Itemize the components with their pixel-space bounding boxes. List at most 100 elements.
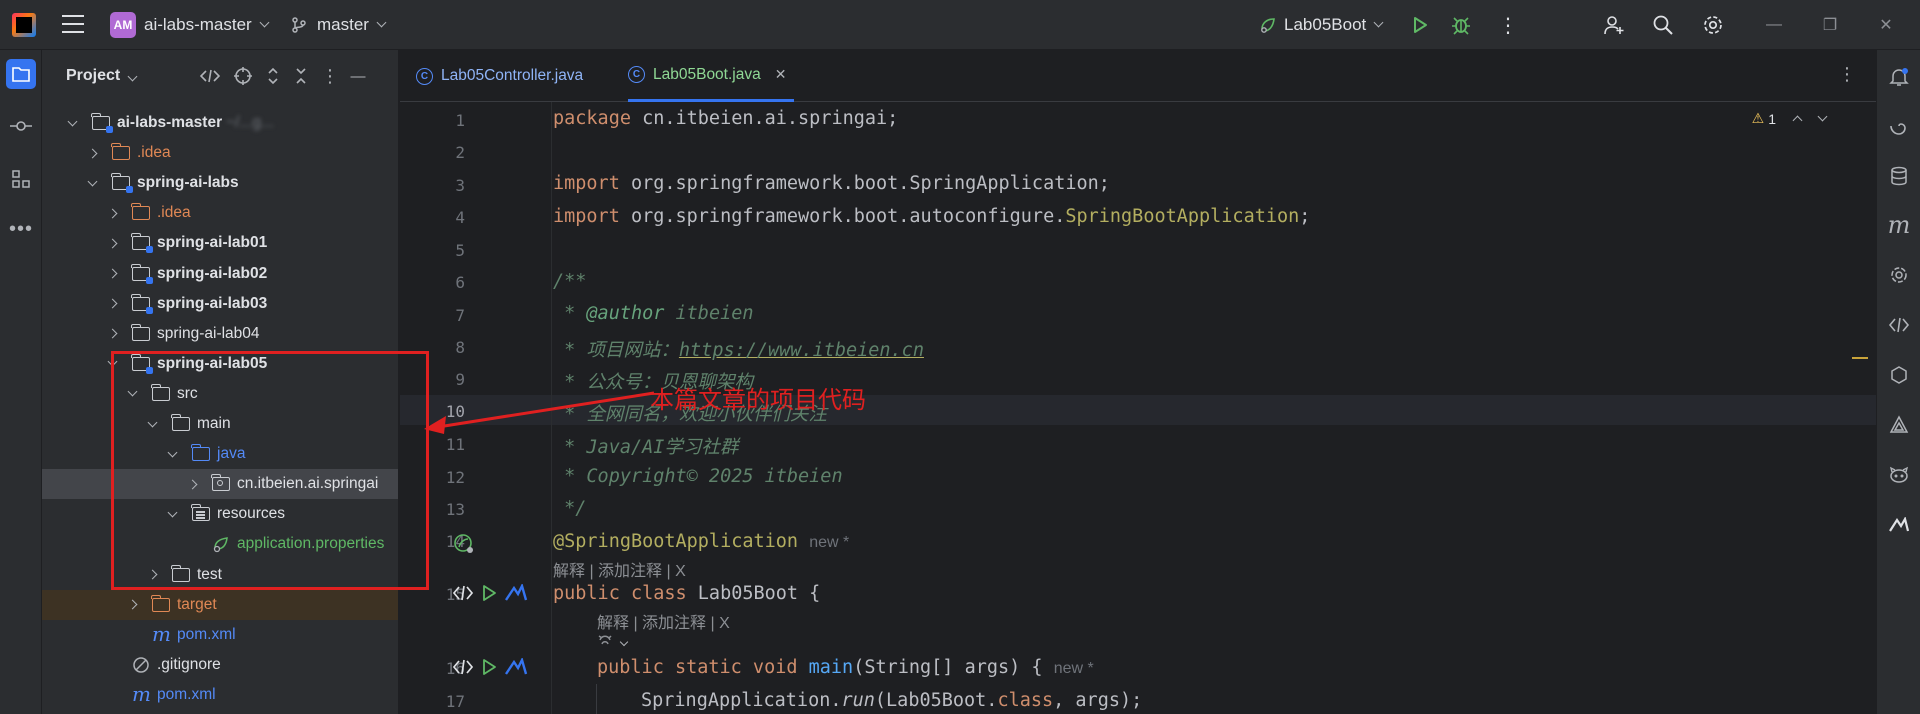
tree-item-idea[interactable]: .idea [42, 138, 398, 168]
editor-tabs: C Lab05Controller.java C Lab05Boot.java … [400, 50, 1876, 102]
plugin-button-a[interactable] [1884, 360, 1914, 390]
chevron-down-icon[interactable] [66, 116, 78, 126]
chevron-down-icon[interactable] [86, 176, 98, 187]
project-switcher[interactable]: AM ai-labs-master [110, 0, 270, 50]
hide-panel-button[interactable]: — [348, 66, 368, 86]
folder-icon [131, 323, 150, 341]
openai-button[interactable] [1884, 260, 1914, 290]
commit-tool-button[interactable] [6, 111, 36, 141]
tree-item-label: .idea [157, 204, 191, 222]
chevron-up-icon[interactable] [1792, 115, 1803, 126]
chevron-down-icon[interactable] [1817, 111, 1828, 122]
debug-bug-icon [1452, 17, 1470, 35]
tabs-options-button[interactable]: ⋮ [1838, 64, 1856, 85]
more-actions-button[interactable]: ⋮ [1498, 0, 1518, 50]
spiral-icon [1890, 123, 1906, 135]
website-link[interactable]: https://www.itbeien.cn [679, 340, 924, 361]
codevision-actions-method[interactable]: 解释 | 添加注释 | X [597, 609, 730, 633]
code-brackets-icon[interactable] [452, 658, 474, 676]
more-horizontal-icon: ••• [8, 217, 33, 240]
more-tools-button[interactable]: ••• [6, 214, 36, 244]
close-button[interactable]: ✕ [1858, 0, 1914, 50]
chevron-down-icon [620, 637, 629, 647]
run-icon [1414, 17, 1427, 33]
restore-icon: ❐ [1822, 17, 1838, 34]
module-folder-icon [111, 173, 133, 194]
notifications-button[interactable] [1884, 62, 1914, 92]
tree-item-spring-ai-lab01[interactable]: spring-ai-lab01 [42, 228, 398, 258]
spring-bean-gutter-icon[interactable] [452, 532, 476, 561]
tree-item-spring-ai-lab02[interactable]: spring-ai-lab02 [42, 259, 398, 289]
code-assist-button[interactable] [1884, 310, 1914, 340]
chevron-right-icon[interactable] [106, 208, 118, 219]
ai-generate-menu[interactable] [597, 632, 629, 653]
annotation-callout: 本篇文章的项目代码 [650, 386, 866, 414]
structure-tool-button[interactable] [6, 164, 36, 194]
select-opened-file-button[interactable] [233, 66, 253, 86]
plugin-button-c[interactable] [1884, 460, 1914, 490]
run-gutter-icon[interactable] [480, 584, 498, 602]
tree-item-spring-ai-lab03[interactable]: spring-ai-lab03 [42, 289, 398, 319]
search-icon [1653, 15, 1673, 35]
main-menu-icon[interactable] [62, 15, 84, 35]
database-button[interactable] [1884, 161, 1914, 191]
minimize-button[interactable]: — [1746, 0, 1802, 50]
git-branch-icon [292, 17, 306, 33]
author-hint: new * [1053, 660, 1094, 677]
chevron-right-icon[interactable] [106, 328, 118, 339]
marscode-icon[interactable] [504, 584, 528, 602]
tree-item-target[interactable]: target [42, 589, 398, 620]
tab-lab05boot[interactable]: C Lab05Boot.java ✕ [628, 50, 795, 102]
method-gutter-icons [452, 658, 528, 676]
tree-item-ai-labs-master[interactable]: ai-labs-master ~/...g... [42, 108, 398, 138]
warning-stripe-marker[interactable] [1852, 357, 1868, 359]
run-config-selector[interactable]: Lab05Boot [1258, 0, 1384, 50]
ai-assistant-button[interactable] [1884, 111, 1914, 141]
restore-button[interactable]: ❐ [1802, 0, 1858, 50]
indent-guide [596, 684, 597, 714]
tree-item-idea[interactable]: .idea [42, 198, 398, 228]
tab-lab05controller[interactable]: C Lab05Controller.java [416, 50, 583, 102]
panel-options-button[interactable]: ⋮ [320, 66, 340, 86]
expand-all-button[interactable] [263, 66, 283, 86]
debug-button[interactable] [1450, 0, 1472, 50]
run-button[interactable] [1410, 0, 1430, 50]
module-folder-icon [131, 263, 153, 284]
ai-assist-button[interactable] [200, 66, 220, 86]
collapse-all-button[interactable] [291, 66, 311, 86]
inspection-widget[interactable]: ⚠ 1 [1752, 110, 1828, 127]
branch-switcher[interactable]: master [290, 0, 387, 50]
maven-button[interactable]: m [1884, 210, 1914, 240]
close-tab-icon[interactable]: ✕ [775, 66, 787, 83]
tab-label: Lab05Boot.java [653, 65, 761, 83]
tree-item-gitignore[interactable]: .gitignore [42, 650, 398, 680]
tree-item-pom-xml[interactable]: m pom.xml [42, 680, 398, 710]
chevron-right-icon[interactable] [106, 298, 118, 309]
search-button[interactable] [1652, 0, 1674, 50]
marscode-icon[interactable] [504, 658, 528, 676]
chevron-right-icon[interactable] [86, 148, 98, 159]
settings-button[interactable] [1702, 0, 1724, 50]
codevision-actions-class[interactable]: 解释 | 添加注释 | X [553, 557, 686, 581]
tree-item-spring-ai-labs[interactable]: spring-ai-labs [42, 168, 398, 198]
more-vertical-icon: ⋮ [1838, 64, 1856, 84]
chevron-right-icon[interactable] [126, 599, 138, 610]
spring-boot-class-icon: C [628, 66, 645, 83]
chevron-right-icon[interactable] [106, 268, 118, 279]
project-tool-button[interactable] [6, 59, 36, 89]
chevron-right-icon[interactable] [106, 238, 118, 249]
plugin-button-b[interactable] [1884, 410, 1914, 440]
marscode-button[interactable] [1884, 510, 1914, 540]
code-line-6: /** [553, 271, 587, 292]
commit-icon [10, 121, 32, 131]
line-number: 17 [445, 692, 465, 711]
class-gutter-icons [452, 584, 528, 602]
tree-item-pom-xml[interactable]: m pom.xml [42, 620, 398, 650]
run-gutter-icon[interactable] [480, 658, 498, 676]
add-user-button[interactable] [1603, 0, 1625, 50]
project-view-selector[interactable]: Project [66, 67, 138, 85]
code-brackets-icon[interactable] [452, 584, 474, 602]
tree-item-spring-ai-lab04[interactable]: spring-ai-lab04 [42, 319, 398, 349]
collapse-all-icon [296, 68, 306, 84]
tab-label: Lab05Controller.java [441, 67, 584, 84]
